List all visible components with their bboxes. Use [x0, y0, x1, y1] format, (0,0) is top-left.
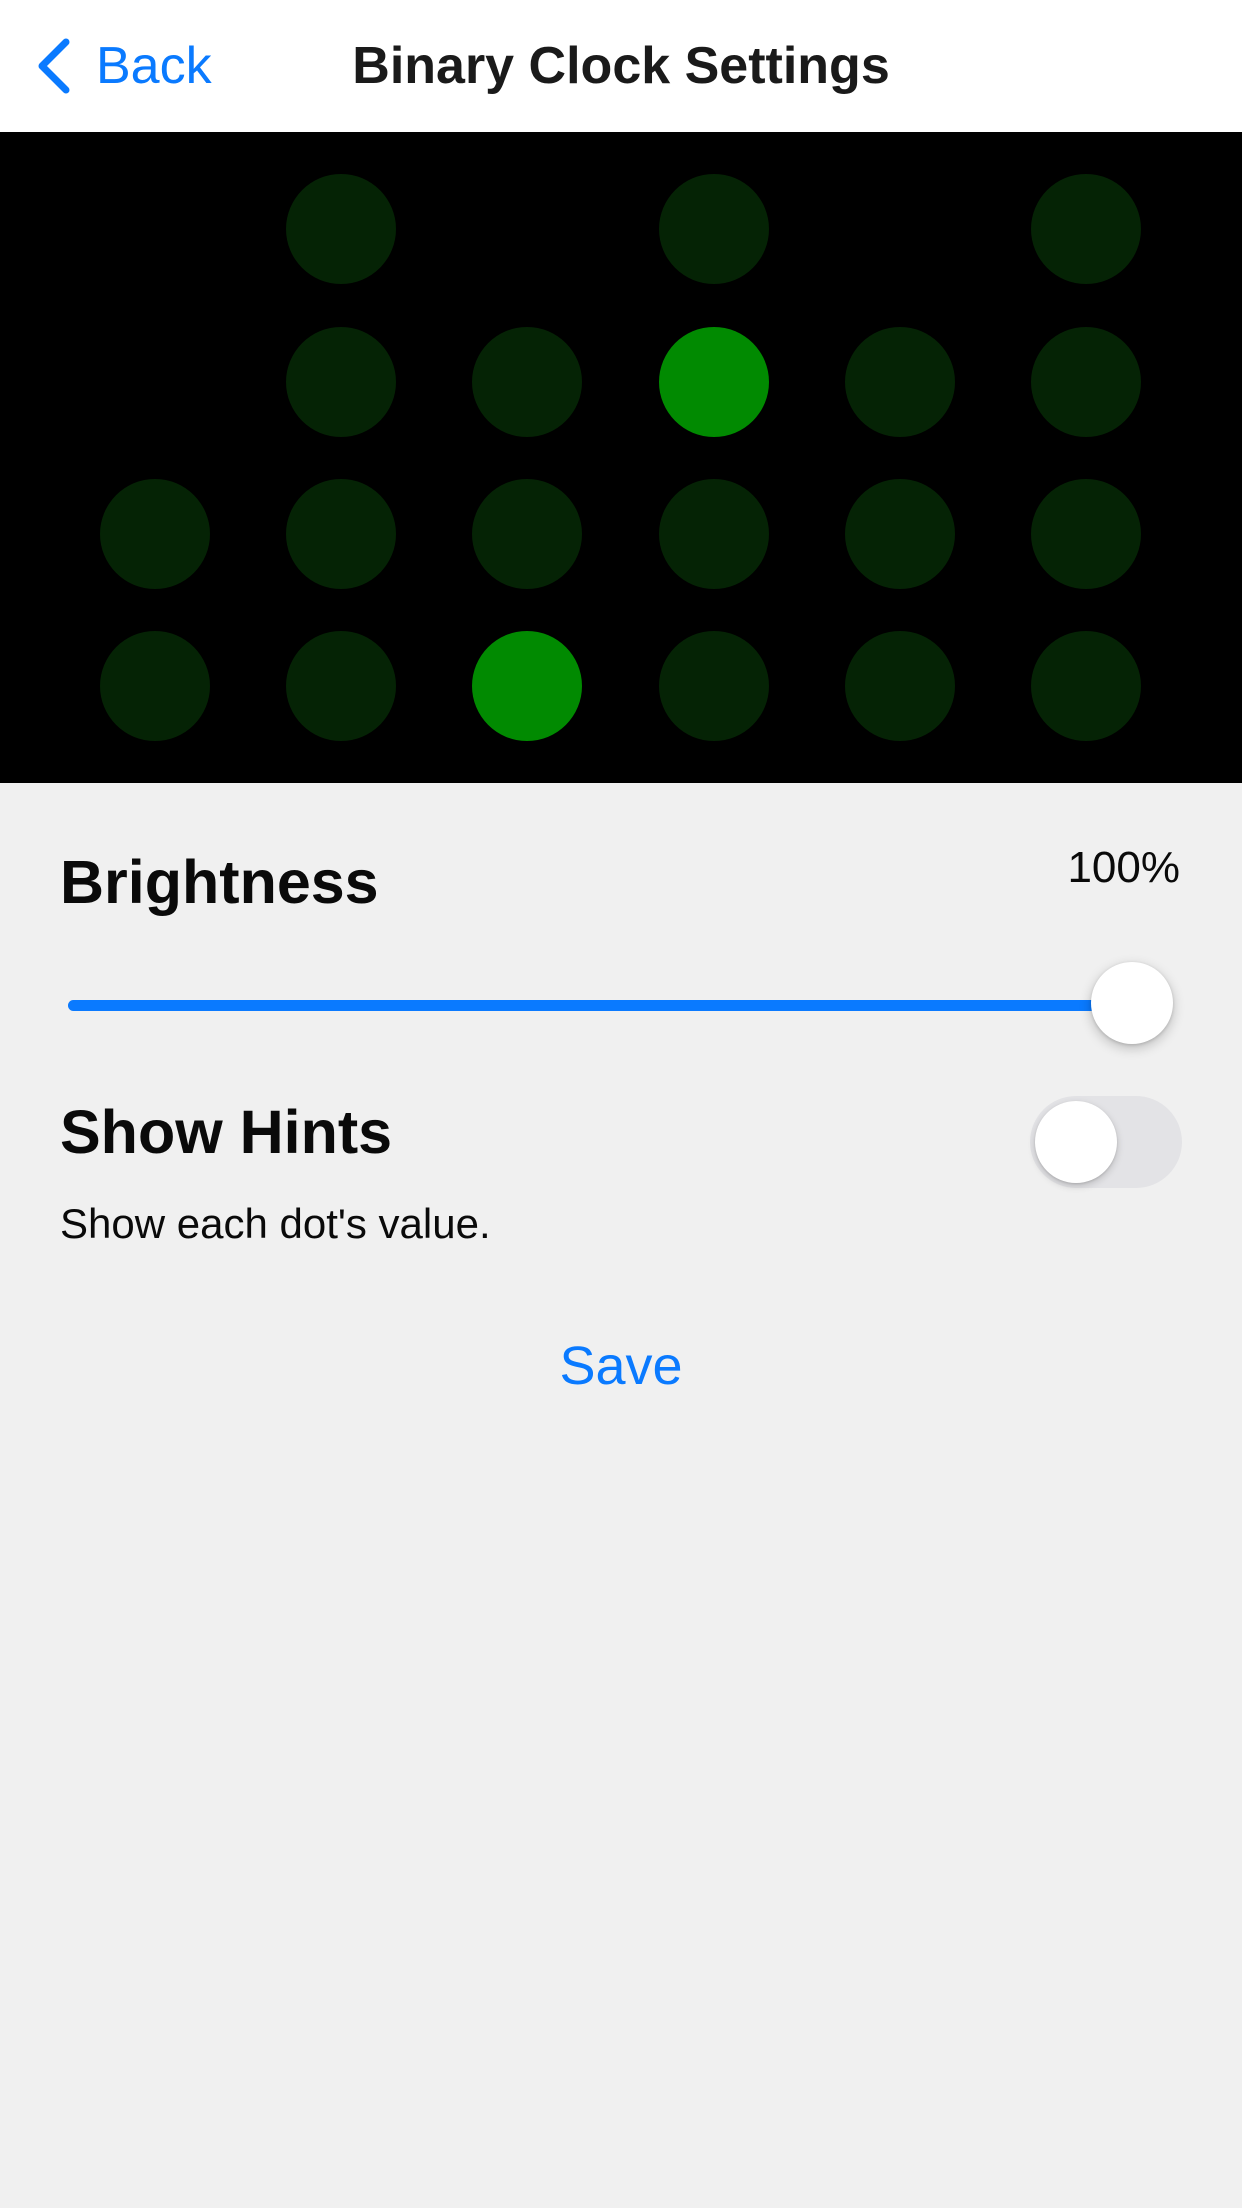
show-hints-label: Show Hints	[60, 1098, 393, 1166]
clock-dot-off	[1031, 174, 1141, 284]
clock-dot-off	[286, 327, 396, 437]
brightness-slider-track[interactable]	[68, 1000, 1136, 1011]
brightness-slider-fill	[68, 1000, 1136, 1011]
clock-dot-off	[659, 631, 769, 741]
clock-dot-off	[659, 479, 769, 589]
binary-clock-preview	[0, 132, 1242, 783]
clock-dot-off	[845, 327, 955, 437]
clock-dot-off	[286, 631, 396, 741]
chevron-left-icon	[38, 38, 70, 94]
clock-dot-off	[100, 631, 210, 741]
brightness-label: Brightness	[60, 848, 379, 916]
save-button[interactable]: Save	[0, 1330, 1242, 1402]
clock-dot-off	[472, 327, 582, 437]
clock-dot-off	[1031, 479, 1141, 589]
show-hints-toggle[interactable]	[1030, 1096, 1182, 1188]
clock-dot-off	[1031, 327, 1141, 437]
clock-dot-off	[472, 479, 582, 589]
clock-dot-off	[100, 479, 210, 589]
show-hints-description: Show each dot's value.	[60, 1200, 491, 1247]
back-label: Back	[96, 37, 212, 95]
clock-dot-on	[472, 631, 582, 741]
back-button[interactable]: Back	[34, 30, 212, 102]
navigation-bar: Back Binary Clock Settings	[0, 0, 1242, 132]
clock-dot-off	[845, 479, 955, 589]
clock-dot-off	[845, 631, 955, 741]
clock-dot-off	[286, 174, 396, 284]
brightness-slider-thumb[interactable]	[1091, 962, 1173, 1044]
toggle-knob	[1035, 1101, 1117, 1183]
brightness-value: 100%	[1067, 843, 1180, 892]
clock-dot-off	[1031, 631, 1141, 741]
clock-dot-on	[659, 327, 769, 437]
clock-dot-off	[286, 479, 396, 589]
clock-dot-off	[659, 174, 769, 284]
